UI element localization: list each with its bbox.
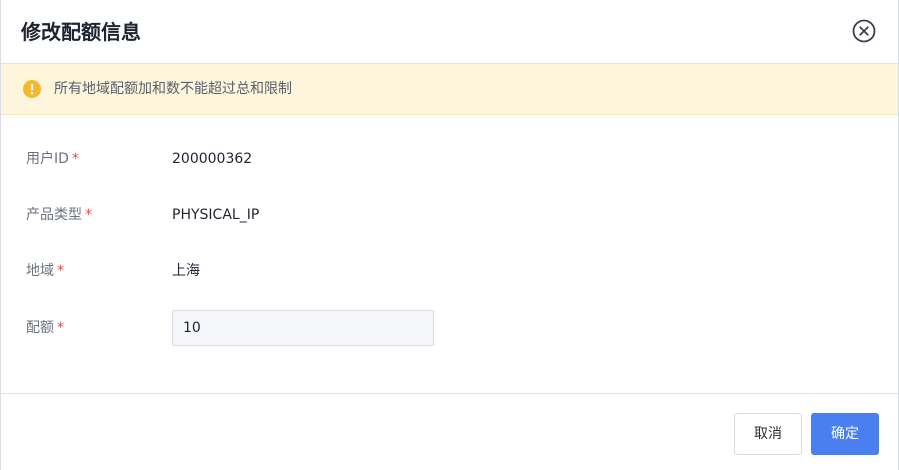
- required-mark: *: [57, 320, 64, 336]
- edit-quota-dialog: 修改配额信息 所有地域配额加和数不能超过总和限制 用户ID * 200000362…: [0, 0, 899, 470]
- close-button[interactable]: [852, 19, 876, 43]
- alert-message: 所有地域配额加和数不能超过总和限制: [54, 81, 292, 97]
- dialog-header: 修改配额信息: [1, 0, 898, 64]
- product-type-value: PHYSICAL_IP: [172, 207, 260, 223]
- dialog-title: 修改配额信息: [21, 20, 141, 44]
- region-label: 地域 *: [26, 263, 64, 279]
- confirm-button[interactable]: 确定: [811, 413, 879, 455]
- user-id-label: 用户ID *: [26, 151, 79, 167]
- user-id-value: 200000362: [172, 151, 253, 167]
- form-row-product-type: 产品类型 * PHYSICAL_IP: [1, 197, 898, 233]
- required-mark: *: [85, 207, 92, 223]
- form-row-user-id: 用户ID * 200000362: [1, 141, 898, 177]
- dialog-footer: 取消 确定: [1, 393, 898, 470]
- quota-label: 配额 *: [26, 320, 64, 336]
- close-circle-icon: [852, 19, 876, 43]
- form-row-region: 地域 * 上海: [1, 253, 898, 289]
- cancel-button[interactable]: 取消: [734, 413, 802, 455]
- exclamation-circle-icon: [23, 80, 41, 98]
- region-value: 上海: [172, 263, 200, 279]
- required-mark: *: [71, 151, 79, 167]
- warning-alert: 所有地域配额加和数不能超过总和限制: [1, 64, 898, 115]
- product-type-label: 产品类型 *: [26, 207, 92, 223]
- quota-input[interactable]: [172, 310, 434, 346]
- form-row-quota: 配额 *: [1, 310, 898, 346]
- required-mark: *: [57, 263, 64, 279]
